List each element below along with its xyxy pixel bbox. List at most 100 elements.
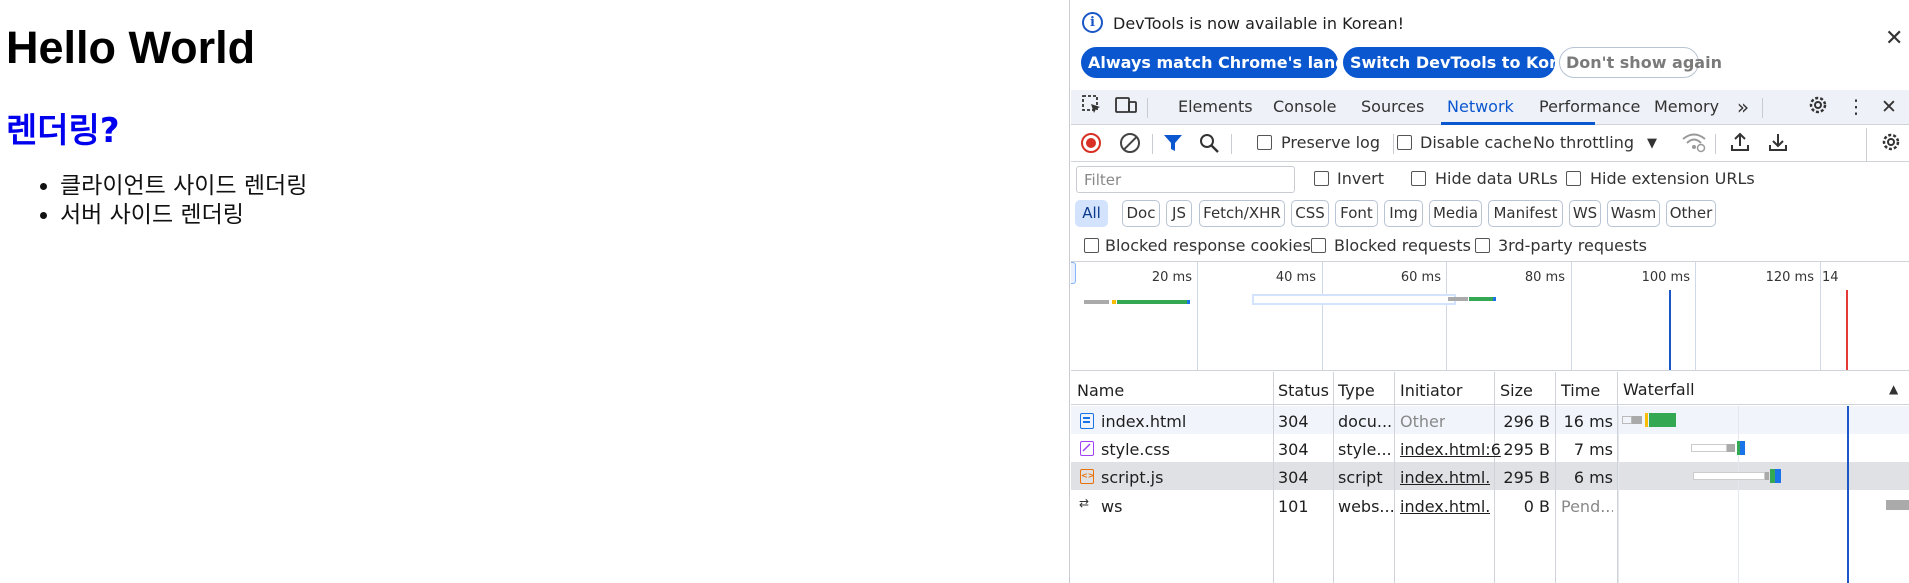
request-name[interactable]: style.css [1101,440,1170,459]
request-status: 304 [1278,468,1309,487]
tab-console[interactable]: Console [1273,97,1337,116]
throttling-dropdown-icon[interactable]: ▼ [1647,136,1657,151]
hide-extension-urls-checkbox[interactable] [1566,171,1581,186]
request-size: 295 B [1503,440,1550,459]
record-icon[interactable] [1081,133,1101,153]
type-filter-wasm[interactable]: Wasm [1607,200,1660,227]
tab-network[interactable]: Network [1447,97,1514,116]
request-status: 101 [1278,497,1309,516]
request-initiator-link[interactable]: index.html:6 [1400,440,1501,459]
type-filter-ws[interactable]: WS [1569,200,1601,227]
settings-gear-icon[interactable] [1805,94,1831,120]
type-filter-css[interactable]: CSS [1291,200,1329,227]
search-icon[interactable] [1198,132,1220,158]
type-filter-doc[interactable]: Doc [1122,200,1160,227]
type-filter-fetch-xhr[interactable]: Fetch/XHR [1199,200,1285,227]
column-header-type[interactable]: Type [1338,381,1375,400]
overview-bar [1469,297,1493,301]
filter-input[interactable]: Filter [1076,166,1295,193]
info-icon: i [1082,12,1103,33]
invert-checkbox[interactable] [1314,171,1329,186]
overview-tick: 120 ms [1765,270,1814,285]
page-viewport: Hello World 렌더링? 클라이언트 사이드 렌더링 서버 사이드 렌더… [0,0,1069,583]
request-time: 6 ms [1573,468,1613,487]
type-filter-font[interactable]: Font [1335,200,1378,227]
type-filter-manifest[interactable]: Manifest [1488,200,1563,227]
overview-tick: 20 ms [1151,270,1192,285]
disable-cache-checkbox[interactable] [1397,135,1412,150]
overview-range-handle[interactable] [1071,262,1076,284]
preserve-log-checkbox[interactable] [1257,135,1272,150]
column-header-status[interactable]: Status [1278,381,1329,400]
more-tabs-icon[interactable]: » [1730,94,1756,120]
tab-elements[interactable]: Elements [1178,97,1253,116]
type-filter-js[interactable]: JS [1166,200,1192,227]
sort-ascending-icon[interactable]: ▲ [1889,382,1898,396]
request-time: 7 ms [1573,440,1613,459]
waterfall-bar [1691,444,1727,452]
dom-content-loaded-line [1847,406,1849,583]
type-filter-img[interactable]: Img [1384,200,1423,227]
export-har-icon[interactable] [1767,131,1789,157]
hide-data-urls-checkbox[interactable] [1411,171,1426,186]
stylesheet-file-icon [1080,441,1094,456]
blocked-cookies-label: Blocked response cookies [1105,236,1311,255]
third-party-requests-checkbox[interactable] [1475,238,1490,253]
request-time: Pend... [1561,497,1613,516]
inspect-element-icon[interactable] [1079,94,1105,120]
switch-to-korean-button[interactable]: Switch DevTools to Korean [1343,47,1590,78]
tab-performance[interactable]: Performance [1539,97,1640,116]
overview-tick: 40 ms [1275,270,1316,285]
tab-sources[interactable]: Sources [1361,97,1424,116]
column-header-initiator[interactable]: Initiator [1400,381,1462,400]
network-conditions-icon[interactable] [1681,131,1707,157]
overview-bar [1117,300,1187,304]
request-initiator-link[interactable]: index.html... [1400,497,1490,516]
waterfall-bar [1649,413,1676,427]
column-header-size[interactable]: Size [1500,381,1533,400]
table-row[interactable] [1071,462,1909,490]
kebab-menu-icon[interactable]: ⋮ [1843,94,1869,120]
overview-bar [1448,297,1468,301]
type-filter-media[interactable]: Media [1429,200,1482,227]
device-toolbar-icon[interactable] [1113,94,1139,120]
blocked-requests-checkbox[interactable] [1311,238,1326,253]
blocked-requests-label: Blocked requests [1334,236,1471,255]
blocked-cookies-checkbox[interactable] [1084,238,1099,253]
column-header-name[interactable]: Name [1077,381,1124,400]
type-filter-other[interactable]: Other [1666,200,1716,227]
network-settings-gear-icon[interactable] [1880,131,1902,157]
overview-selection [1252,294,1456,305]
table-row[interactable] [1071,406,1909,434]
throttling-select[interactable]: No throttling [1533,133,1634,152]
overview-bar [1112,300,1116,304]
request-size: 295 B [1503,468,1550,487]
import-har-icon[interactable] [1729,131,1751,157]
overview-tick: 60 ms [1400,270,1441,285]
filter-funnel-icon[interactable] [1162,132,1184,158]
load-event-marker [1846,290,1848,370]
overview-tick: 80 ms [1524,270,1565,285]
dont-show-again-button[interactable]: Don't show again [1559,47,1722,78]
column-header-time[interactable]: Time [1561,381,1600,400]
preserve-log-label: Preserve log [1281,133,1380,152]
request-initiator: Other [1400,412,1446,431]
column-header-waterfall[interactable]: Waterfall [1623,380,1695,399]
request-status: 304 [1278,440,1309,459]
disable-cache-label: Disable cache [1420,133,1532,152]
type-filter-all[interactable]: All [1075,200,1108,227]
request-type: style... [1338,440,1392,459]
tab-memory[interactable]: Memory [1654,97,1719,116]
request-name[interactable]: ws [1101,497,1122,516]
waterfall-bar [1886,500,1909,510]
table-row[interactable] [1071,491,1909,519]
overview-bar [1187,300,1190,304]
close-infobar-icon[interactable]: ✕ [1885,28,1903,50]
clear-icon[interactable] [1120,133,1140,153]
invert-label: Invert [1337,169,1385,188]
request-name[interactable]: script.js [1101,468,1163,487]
close-devtools-icon[interactable]: ✕ [1876,94,1902,120]
request-name[interactable]: index.html [1101,412,1186,431]
always-match-language-button[interactable]: Always match Chrome's language [1081,47,1391,78]
request-initiator-link[interactable]: index.html... [1400,468,1490,487]
